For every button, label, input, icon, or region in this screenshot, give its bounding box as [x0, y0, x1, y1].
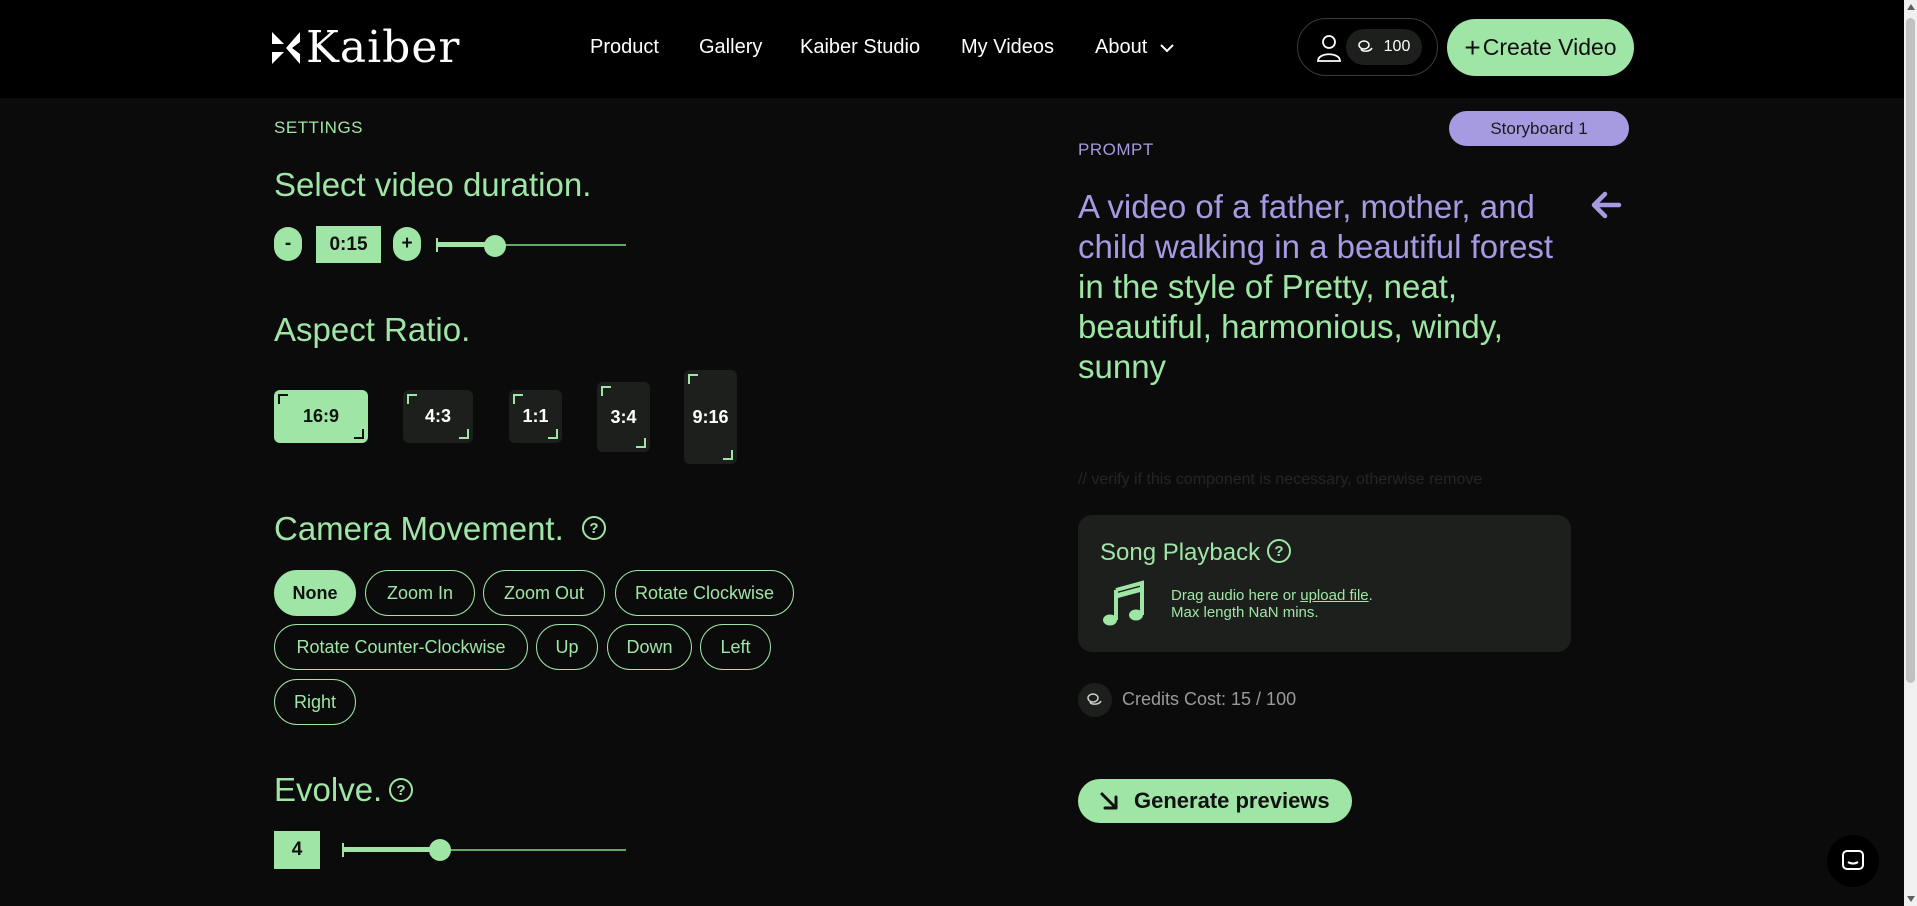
chat-support-button[interactable]	[1827, 835, 1879, 887]
drag-audio-text: Drag audio here or	[1171, 587, 1301, 604]
frame-corner-icon	[548, 429, 558, 439]
duration-heading: Select video duration.	[274, 166, 592, 203]
coins-icon	[1357, 40, 1373, 52]
prompt-section-label: PROMPT	[1078, 140, 1154, 159]
account-widget[interactable]: 100	[1297, 18, 1438, 76]
aspect-ratio-heading: Aspect Ratio.	[274, 311, 471, 348]
create-video-label: Create Video	[1482, 34, 1617, 60]
arrow-down-right-icon	[1100, 792, 1118, 810]
aspect-ratio-label: 9:16	[692, 406, 729, 427]
aspect-ratio-label: 16:9	[302, 406, 340, 426]
evolve-heading: Evolve.	[274, 771, 383, 808]
credits-balance[interactable]: 100	[1346, 29, 1422, 65]
arrow-left-icon[interactable]	[1589, 190, 1623, 220]
max-length-text: Max length NaN mins.	[1171, 604, 1319, 621]
evolve-value[interactable]: 4	[274, 831, 320, 869]
top-navbar: Kaiber Product Gallery Kaiber Studio My …	[0, 0, 1904, 98]
camera-option-right[interactable]: Right	[274, 679, 356, 725]
dev-comment-text: // verify if this component is necessary…	[1078, 471, 1483, 488]
aspect-ratio-9-16[interactable]: 9:16	[684, 370, 737, 464]
camera-option-none[interactable]: None	[274, 570, 356, 616]
frame-corner-icon	[688, 374, 698, 384]
plus-icon: +	[1464, 31, 1481, 63]
generate-previews-button[interactable]: Generate previews	[1078, 779, 1352, 823]
user-icon[interactable]	[1316, 34, 1342, 62]
frame-corner-icon	[354, 429, 364, 439]
credits-cost-text: Credits Cost: 15 / 100	[1122, 689, 1297, 709]
aspect-ratio-label: 3:4	[610, 406, 637, 427]
song-playback-card[interactable]: Song Playback ? Drag audio here or uploa…	[1078, 515, 1571, 652]
chevron-down-icon	[1160, 43, 1174, 52]
nav-kaiber-studio[interactable]: Kaiber Studio	[800, 36, 920, 59]
brand-name: Kaiber	[306, 22, 461, 73]
music-note-icon	[1103, 580, 1144, 626]
nav-my-videos[interactable]: My Videos	[961, 36, 1054, 59]
generate-previews-label: Generate previews	[1134, 788, 1330, 813]
scroll-down-icon[interactable]	[1907, 896, 1915, 902]
frame-corner-icon	[636, 438, 646, 448]
evolve-slider-fill	[342, 847, 439, 852]
upload-file-link[interactable]: upload file	[1300, 587, 1368, 604]
aspect-ratio-3-4[interactable]: 3:4	[597, 382, 650, 452]
chat-icon	[1842, 850, 1864, 870]
song-playback-title: Song Playback	[1100, 539, 1261, 566]
camera-option-down[interactable]: Down	[607, 624, 692, 670]
credits-cost-icon	[1078, 683, 1112, 717]
duration-increment-button[interactable]: +	[393, 227, 421, 261]
camera-option-left[interactable]: Left	[700, 624, 771, 670]
nav-product[interactable]: Product	[590, 36, 659, 59]
aspect-ratio-16-9[interactable]: 16:9	[274, 390, 368, 443]
storyboard-badge[interactable]: Storyboard 1	[1449, 111, 1629, 146]
frame-corner-icon	[513, 394, 523, 404]
frame-corner-icon	[459, 429, 469, 439]
prompt-style: in the style of Pretty, neat, beautiful,…	[1078, 268, 1503, 385]
duration-slider-thumb[interactable]	[484, 235, 506, 257]
evolve-slider-thumb[interactable]	[429, 839, 451, 861]
prompt-subject: A video of a father, mother, and child w…	[1078, 188, 1554, 265]
aspect-ratio-4-3[interactable]: 4:3	[403, 390, 473, 443]
nav-gallery[interactable]: Gallery	[699, 36, 762, 59]
frame-corner-icon	[723, 450, 733, 460]
scroll-up-icon[interactable]	[1907, 4, 1915, 10]
song-help-icon[interactable]: ?	[1267, 539, 1291, 563]
kaiber-logo[interactable]: Kaiber	[270, 22, 461, 73]
evolve-help-icon[interactable]: ?	[389, 778, 413, 802]
frame-corner-icon	[407, 394, 417, 404]
frame-corner-icon	[278, 394, 288, 404]
page-scrollbar[interactable]	[1904, 0, 1917, 906]
duration-decrement-button[interactable]: -	[274, 227, 302, 261]
prompt-text: A video of a father, mother, and child w…	[1078, 187, 1568, 387]
drag-audio-suffix: .	[1368, 587, 1373, 604]
frame-corner-icon	[601, 386, 611, 396]
coins-icon	[1087, 693, 1102, 705]
kaiber-logo-icon	[272, 32, 300, 64]
song-drop-instructions: Drag audio here or upload file. Max leng…	[1171, 587, 1373, 621]
camera-option-zoom-out[interactable]: Zoom Out	[483, 570, 605, 616]
camera-option-zoom-in[interactable]: Zoom In	[365, 570, 475, 616]
nav-about[interactable]: About	[1095, 36, 1175, 59]
aspect-ratio-label: 4:3	[424, 406, 451, 426]
camera-option-rotate-clockwise[interactable]: Rotate Clockwise	[615, 570, 794, 616]
duration-value[interactable]: 0:15	[316, 226, 381, 263]
settings-section-label: SETTINGS	[274, 118, 364, 137]
camera-option-up[interactable]: Up	[536, 624, 598, 670]
camera-help-icon[interactable]: ?	[582, 516, 606, 540]
nav-about-label: About	[1095, 36, 1148, 58]
camera-movement-heading: Camera Movement.	[274, 510, 564, 547]
credits-count: 100	[1383, 38, 1411, 55]
scrollbar-thumb[interactable]	[1906, 18, 1915, 683]
create-video-button[interactable]: + Create Video	[1447, 19, 1634, 76]
camera-option-rotate-counter-clockwise[interactable]: Rotate Counter-Clockwise	[274, 624, 528, 670]
aspect-ratio-1-1[interactable]: 1:1	[509, 390, 562, 443]
aspect-ratio-label: 1:1	[522, 406, 549, 426]
